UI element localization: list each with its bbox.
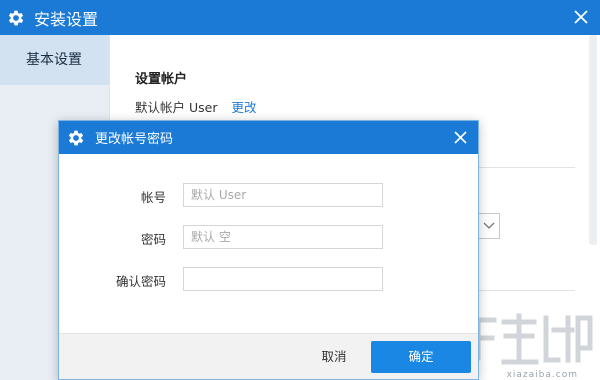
account-value: User [189, 100, 218, 115]
change-password-dialog: 更改帐号密码 帐号 密码 确认密码 取消 确定 [58, 120, 479, 380]
section-title: 设置帐户 [135, 72, 188, 87]
close-icon[interactable] [450, 127, 470, 147]
sidebar-item-basic-settings[interactable]: 基本设置 [0, 35, 109, 85]
confirm-password-label: 确认密码 [115, 274, 166, 289]
form-row-password: 密码 [59, 225, 478, 249]
dropdown-toggle[interactable] [478, 213, 500, 239]
chevron-down-icon [483, 222, 494, 229]
dialog-titlebar: 更改帐号密码 [59, 121, 478, 154]
account-label: 默认帐户 [135, 100, 186, 115]
form-row-account: 帐号 [59, 183, 478, 207]
close-icon[interactable] [570, 6, 592, 28]
password-input[interactable] [183, 225, 383, 249]
watermark-text: xiazaiba.com [506, 370, 578, 380]
form-row-confirm: 确认密码 [59, 267, 478, 291]
account-label: 帐号 [140, 190, 166, 205]
ok-button[interactable]: 确定 [371, 341, 471, 373]
main-titlebar: 安装设置 [0, 0, 600, 35]
scrollbar[interactable] [589, 35, 597, 245]
gear-icon [66, 128, 86, 148]
dialog-footer: 取消 确定 [59, 333, 478, 379]
account-line: 默认帐户 User 更改 [135, 97, 257, 116]
gear-icon [6, 8, 26, 28]
cancel-button[interactable]: 取消 [304, 342, 364, 372]
window-title: 安装设置 [34, 9, 99, 29]
password-label: 密码 [140, 232, 166, 247]
dialog-title: 更改帐号密码 [95, 132, 174, 147]
change-account-link[interactable]: 更改 [231, 100, 256, 115]
confirm-password-input[interactable] [183, 267, 383, 291]
account-input[interactable] [183, 183, 383, 207]
